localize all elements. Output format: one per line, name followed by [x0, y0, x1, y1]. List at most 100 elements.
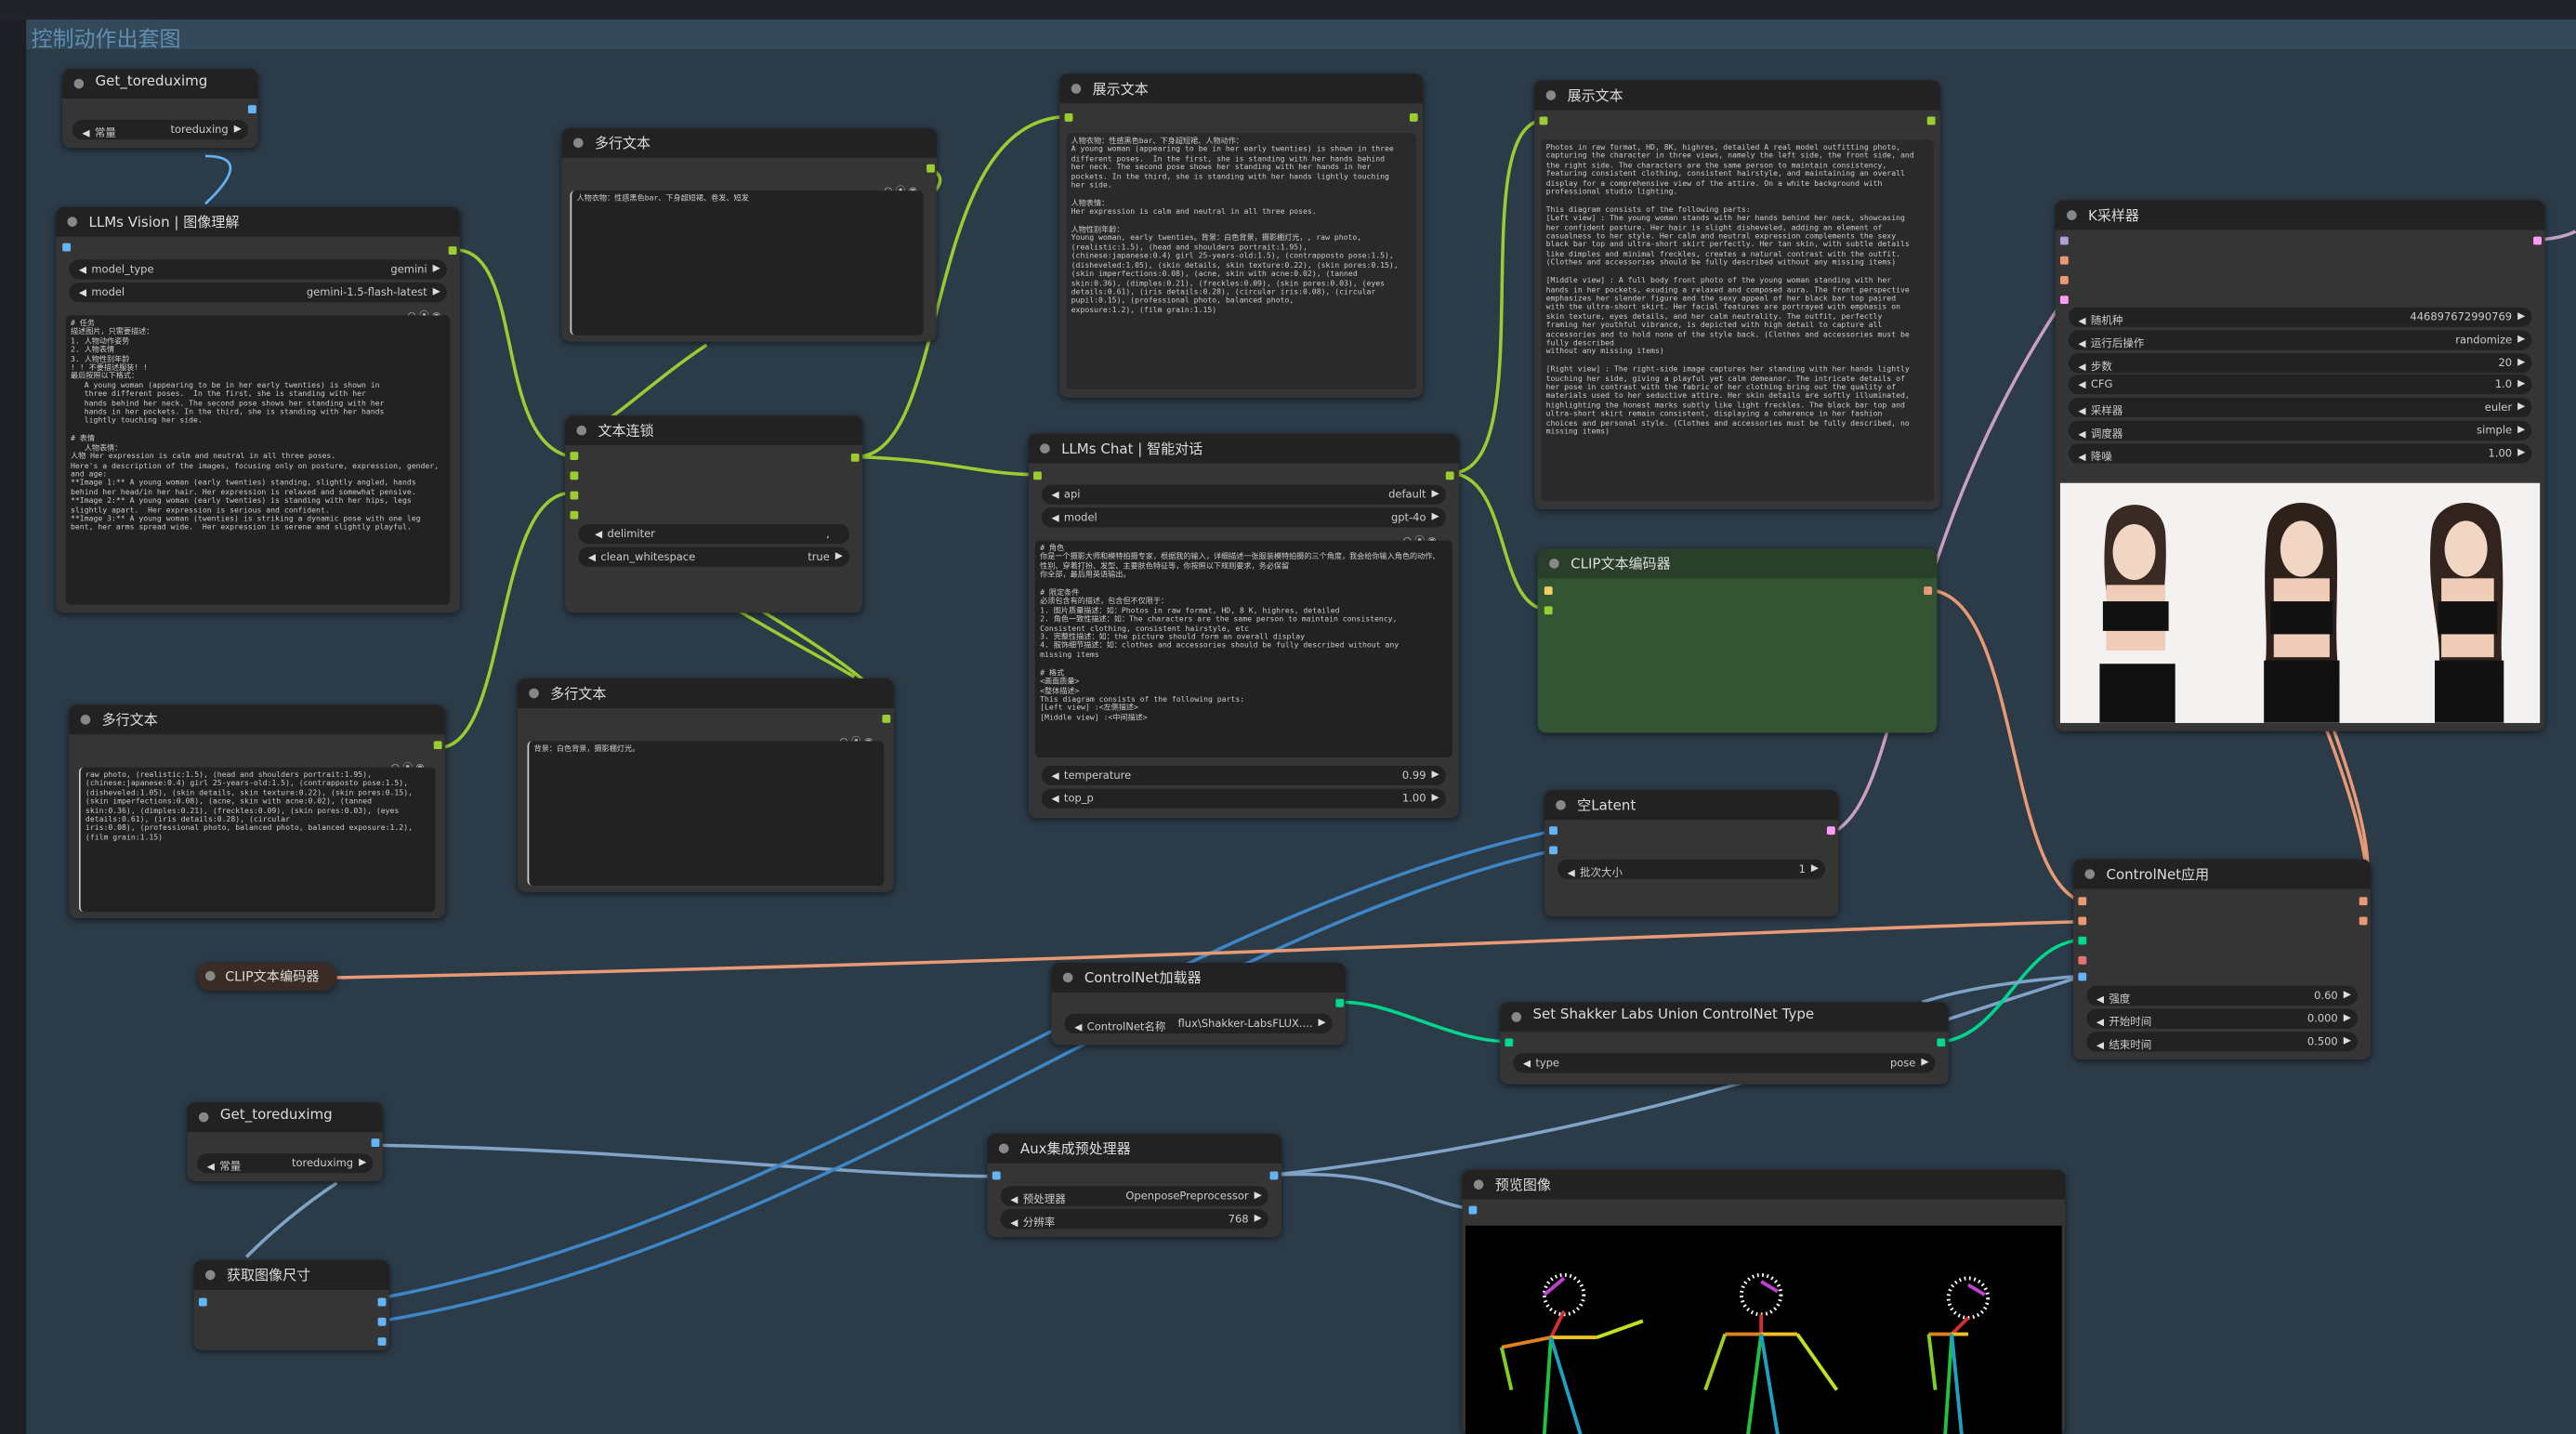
- positive-input-pin[interactable]: [2078, 897, 2087, 906]
- ksampler-widget[interactable]: 运行后操作randomize: [2068, 329, 2532, 350]
- ksampler-widget[interactable]: 降噪1.00: [2068, 442, 2532, 464]
- output-pin[interactable]: [1335, 998, 1345, 1007]
- constant-widget[interactable]: 常量toreduximg: [197, 1153, 374, 1174]
- image-output-pin[interactable]: [1269, 1171, 1279, 1180]
- node-ksampler[interactable]: K采样器 随机种446897672990769运行后操作randomize步数2…: [2055, 200, 2545, 731]
- output-pin[interactable]: [448, 246, 457, 256]
- positive-output-pin[interactable]: [2359, 897, 2368, 906]
- node-clip-text-encode-green[interactable]: CLIP文本编码器: [1537, 548, 1938, 733]
- model-type-select[interactable]: model_typegemini: [69, 259, 447, 280]
- model-input-pin[interactable]: [2059, 236, 2069, 245]
- node-empty-latent[interactable]: 空Latent 批次大小1: [1544, 790, 1839, 917]
- ksampler-widget[interactable]: 调度器simple: [2068, 420, 2532, 441]
- image-input-pin[interactable]: [1468, 1205, 1478, 1215]
- vae-input-pin[interactable]: [2078, 955, 2087, 965]
- node-preview-image[interactable]: 预览图像: [1462, 1169, 2066, 1434]
- count-output-pin[interactable]: [377, 1337, 387, 1346]
- node-text-concatenate[interactable]: 文本连锁 delimiter, clean_whitespacetrue: [565, 415, 863, 613]
- height-input-pin[interactable]: [1549, 846, 1557, 855]
- node-aux-preprocessor[interactable]: Aux集成预处理器 预处理器OpenposePreprocessor 分辨率76…: [987, 1133, 1281, 1238]
- output-pin[interactable]: [927, 164, 935, 173]
- text-area[interactable]: raw photo, (realistic:1.5), (head and sh…: [78, 767, 436, 913]
- controlnet-apply-widget[interactable]: 开始时间0.000: [2086, 1008, 2358, 1029]
- node-llm-chat[interactable]: LLMs Chat | 智能对话 apidefault modelgpt-4o …: [1028, 433, 1459, 819]
- clean-whitespace-toggle[interactable]: clean_whitespacetrue: [578, 546, 850, 567]
- width-input-pin[interactable]: [1549, 826, 1557, 835]
- node-set-shakker-controlnet-type[interactable]: Set Shakker Labs Union ControlNet Type t…: [1500, 1002, 1949, 1085]
- width-output-pin[interactable]: [377, 1297, 387, 1307]
- model-select[interactable]: modelgemini-1.5-flash-latest: [69, 283, 447, 303]
- node-multiline-text-prompt[interactable]: 多行文本 ○ ⦿ ◉ raw photo, (realistic:1.5), (…: [69, 704, 446, 919]
- api-select[interactable]: apidefault: [1041, 484, 1446, 505]
- output-pin[interactable]: [2533, 236, 2542, 245]
- output-pin[interactable]: [371, 1138, 380, 1147]
- output-pin[interactable]: [433, 741, 442, 750]
- prompt-textarea[interactable]: # 任务 描述图片，只需要描述： 1. 人物动作姿势 2. 人物表情 3. 人物…: [65, 315, 451, 605]
- preprocessor-select[interactable]: 预处理器OpenposePreprocessor: [1000, 1186, 1268, 1206]
- controlnet-apply-widget[interactable]: 强度0.60: [2086, 985, 2358, 1006]
- output-pin[interactable]: [882, 715, 891, 723]
- ksampler-widget[interactable]: CFG1.0: [2068, 375, 2532, 395]
- canvas[interactable]: 控制动作出套图 Get_toreduximg ◀ 常量 toreduxing ▶…: [0, 0, 2576, 1434]
- height-output-pin[interactable]: [377, 1317, 387, 1326]
- input-pin[interactable]: [570, 471, 579, 480]
- input-pin[interactable]: [1064, 112, 1073, 122]
- node-get-toreduximg-bottom[interactable]: Get_toreduximg 常量toreduximg: [187, 1102, 383, 1182]
- positive-input-pin[interactable]: [2059, 256, 2069, 265]
- text-display[interactable]: 人物衣物：性感黑色bar、下身超短裙、人物动作： A young woman (…: [1066, 133, 1416, 389]
- node-get-image-size[interactable]: 获取图像尺寸: [193, 1259, 389, 1351]
- output-pin[interactable]: [1826, 826, 1835, 835]
- input-pin[interactable]: [1033, 471, 1042, 480]
- output-pin[interactable]: [1445, 471, 1454, 480]
- prompt-textarea[interactable]: # 角色 你是一个摄影大师和模特拍摄专家，根据我的输入，详细描述一张服装模特拍摄…: [1034, 540, 1452, 758]
- node-multiline-text-background[interactable]: 多行文本 ○ ⦿ ◉ 背景：白色背景，摄影棚灯光。: [517, 678, 894, 892]
- clip-input-pin[interactable]: [1544, 586, 1553, 595]
- temperature-slider[interactable]: temperature0.99: [1041, 765, 1446, 786]
- node-multiline-text-clothing[interactable]: 多行文本 ○ ⦿ ◉ 人物衣物：性感黑色bar、下身超短裙、卷发、短发: [561, 127, 937, 342]
- image-input-pin[interactable]: [992, 1171, 1001, 1180]
- input-pin[interactable]: [570, 491, 579, 500]
- resolution-stepper[interactable]: 分辨率768: [1000, 1209, 1268, 1230]
- ksampler-widget[interactable]: 随机种446897672990769: [2068, 307, 2532, 327]
- node-show-text-1[interactable]: 展示文本 人物衣物：性感黑色bar、下身超短裙、人物动作： A young wo…: [1059, 73, 1424, 398]
- output-pin[interactable]: [247, 105, 256, 113]
- text-display[interactable]: Photos in raw format, HD, 8K, highres, d…: [1541, 139, 1934, 502]
- output-pin[interactable]: [1937, 1038, 1946, 1047]
- node-get-toreduximg-top[interactable]: Get_toreduximg 常量toreduxing: [62, 69, 258, 149]
- ksampler-widget[interactable]: 采样器euler: [2068, 398, 2532, 418]
- model-select[interactable]: modelgpt-4o: [1041, 507, 1446, 528]
- controlnet-input-pin[interactable]: [2078, 936, 2087, 945]
- output-pin[interactable]: [1409, 112, 1418, 122]
- controlnet-apply-widget[interactable]: 结束时间0.500: [2086, 1032, 2358, 1052]
- constant-widget[interactable]: 常量toreduxing: [72, 120, 248, 140]
- image-input-pin[interactable]: [198, 1297, 207, 1307]
- type-select[interactable]: typepose: [1513, 1053, 1936, 1073]
- output-pin[interactable]: [850, 453, 860, 462]
- latent-input-pin[interactable]: [2059, 296, 2069, 305]
- text-input-pin[interactable]: [1544, 606, 1553, 615]
- input-pin[interactable]: [570, 452, 579, 461]
- node-llm-vision[interactable]: LLMs Vision | 图像理解 model_typegemini mode…: [56, 206, 461, 613]
- input-pin[interactable]: [1505, 1038, 1514, 1047]
- text-area[interactable]: 背景：白色背景，摄影棚灯光。: [527, 741, 885, 886]
- negative-output-pin[interactable]: [2359, 916, 2368, 926]
- top-p-slider[interactable]: top_p1.00: [1041, 788, 1446, 809]
- image-input-pin[interactable]: [2078, 972, 2087, 981]
- pose-preview-image[interactable]: [1465, 1225, 2062, 1434]
- input-pin[interactable]: [1539, 116, 1548, 125]
- node-controlnet-apply[interactable]: ControlNet应用 强度0.60开始时间0.000 结束时间0.500: [2073, 859, 2372, 1060]
- controlnet-name-select[interactable]: ControlNet名称flux\Shakker-LabsFLUX....: [1064, 1013, 1333, 1034]
- generated-image-preview[interactable]: [2059, 482, 2541, 723]
- text-area[interactable]: 人物衣物：性感黑色bar、下身超短裙、卷发、短发: [570, 191, 924, 335]
- node-clip-text-encode-collapsed[interactable]: CLIP文本编码器: [197, 962, 337, 992]
- output-pin[interactable]: [1924, 586, 1933, 595]
- input-pin[interactable]: [570, 510, 579, 520]
- node-show-text-2[interactable]: 展示文本 Photos in raw format, HD, 8K, highr…: [1534, 80, 1940, 510]
- batch-size-stepper[interactable]: 批次大小1: [1557, 859, 1826, 879]
- output-pin[interactable]: [1926, 116, 1936, 125]
- ksampler-widget[interactable]: 步数20: [2068, 352, 2532, 373]
- negative-input-pin[interactable]: [2059, 276, 2069, 284]
- delimiter-field[interactable]: delimiter,: [578, 523, 850, 545]
- negative-input-pin[interactable]: [2078, 916, 2087, 926]
- node-controlnet-loader[interactable]: ControlNet加载器 ControlNet名称flux\Shakker-L…: [1051, 962, 1346, 1046]
